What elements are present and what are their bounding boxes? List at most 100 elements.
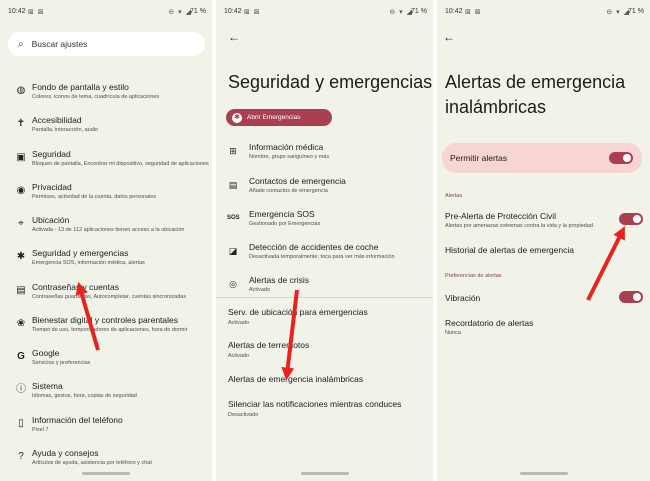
notification-icons: ⊠ ⊠ [244,9,261,16]
item-title: Historial de alertas de emergencia [445,245,574,255]
settings-item-phone-info[interactable]: ▯ Información del teléfono Pixel 7 [0,411,212,443]
item-title: Pre-Alerta de Protección Civil [445,211,557,221]
item-title: Vibración [445,293,481,303]
item-title: Emergencia SOS [249,209,315,219]
car-crash-icon: ◪ [228,246,238,256]
item-car-crash[interactable]: ◪ Detección de accidentes de coche Desac… [216,240,433,270]
item-emergency-contacts[interactable]: ▤ Contactos de emergencia Añade contacto… [216,174,433,204]
safety-emergency-screen: 10:42 ⊠ ⊠ ⊖ ▾ ◢ 71 % ← Seguridad y emerg… [216,0,433,481]
toggle-knob [633,215,641,223]
item-subtitle: Desactivada temporalmente; toca para ver… [249,254,395,260]
item-title: Google [32,348,60,358]
section-header-alerts: Alertas [445,193,463,199]
gesture-bar[interactable] [519,472,568,475]
settings-item-accessibility[interactable]: ✝ Accesibilidad Pantalla, interacción, a… [0,111,212,143]
help-icon: ? [18,451,24,462]
toggle-knob [623,154,631,162]
item-subtitle: Servicios y preferencias [32,360,91,366]
item-wireless-emergency-alerts[interactable]: Alertas de emergencia inalámbricas [216,374,433,402]
settings-item-passwords[interactable]: ▤ Contraseñas y cuentas Contraseñas guar… [0,278,212,310]
contacts-icon: ▤ [228,180,238,190]
item-subtitle: Artículos de ayuda, asistencia por teléf… [32,460,152,466]
item-title: Serv. de ubicación para emergencias [228,307,368,317]
item-crisis-alerts[interactable]: ◎ Alertas de crisis Activado [216,273,433,303]
google-icon: G [17,351,25,362]
item-subtitle: Alertas por amenazas extremas contra la … [445,223,593,229]
item-subtitle: Pantalla, interacción, audio [32,127,99,133]
item-subtitle: Contraseñas guardadas, Autocompletar, cu… [32,294,187,300]
wifi-signal-icon: ⊖ ▾ ◢ [606,9,630,16]
status-bar: 10:42 ⊠ ⊠ ⊖ ▾ ◢ 71 % [437,0,650,22]
item-title: Fondo de pantalla y estilo [32,82,129,92]
item-medical-info[interactable]: ⊞ Información médica Nombre, grupo sangu… [216,140,433,170]
pre-alert-toggle[interactable] [619,213,643,225]
allow-alerts-card[interactable]: Permitir alertas [442,143,642,173]
back-arrow-icon[interactable]: ← [443,30,455,44]
allow-alerts-toggle[interactable] [609,152,633,164]
info-icon: ⓘ [16,384,26,395]
item-alert-reminder[interactable]: Recordatorio de alertas Nunca [437,318,650,348]
item-silence-while-driving[interactable]: Silenciar las notificaciones mientras co… [216,399,433,427]
battery-indicator: 71 % [411,8,427,15]
allow-alerts-label: Permitir alertas [450,153,508,163]
vibration-toggle[interactable] [619,291,643,303]
settings-item-google[interactable]: G Google Servicios y preferencias [0,344,212,376]
item-title: Alertas de emergencia inalámbricas [228,374,364,384]
item-emergency-location[interactable]: Serv. de ubicación para emergencias Acti… [216,307,433,335]
item-subtitle: Desactivado [228,412,259,418]
item-title: Alertas de terremotos [228,340,310,350]
asterisk-icon: ✱ [16,251,26,262]
settings-item-location[interactable]: ⌖ Ubicación Activada - 13 de 112 aplicac… [0,211,212,243]
lock-icon: ▣ [16,152,26,163]
item-subtitle: Emergencia SOS, información médica, aler… [32,260,145,266]
item-subtitle: Activada - 13 de 112 aplicaciones tienen… [32,227,185,233]
wifi-signal-icon: ⊖ ▾ ◢ [389,9,413,16]
item-title: Contactos de emergencia [249,176,346,186]
account-box-icon: ▤ [16,285,26,296]
medical-kit-icon: ⊞ [229,146,237,156]
open-emergency-button[interactable]: ✱ Abrir Emergencias [226,109,332,126]
page-title: Seguridad y emergencias [228,72,433,92]
item-title: Información médica [249,142,324,152]
item-subtitle: Pixel 7 [32,427,49,433]
settings-item-wallpaper[interactable]: ◍ Fondo de pantalla y estilo Colores, ic… [0,78,212,110]
item-subtitle: Activado [228,353,250,359]
item-subtitle: Nunca [445,330,461,336]
notification-icons: ⊠ ⊠ [28,9,45,16]
status-time: 10:42 [224,8,242,15]
phone-icon: ▯ [18,418,24,429]
item-earthquake-alerts[interactable]: Alertas de terremotos Activado [216,340,433,368]
button-label: Abrir Emergencias [247,114,301,121]
item-subtitle: Tiempo de uso, temporizadores de aplicac… [32,327,188,333]
settings-item-security[interactable]: ▣ Seguridad Bloqueo de pantalla, Encontr… [0,145,212,177]
item-title: Seguridad y emergencias [32,248,129,258]
notification-icons: ⊠ ⊠ [465,9,482,16]
section-header-preferences: Preferencias de alertas [445,273,502,279]
page-title: Alertas de emergencia inalámbricas [445,72,626,117]
item-emergency-sos[interactable]: SOS Emergencia SOS Gestionado por Emerge… [216,207,433,237]
item-title: Detección de accidentes de coche [249,242,379,252]
wireless-alerts-screen: 10:42 ⊠ ⊠ ⊖ ▾ ◢ 71 % ← Alertas de emerge… [437,0,650,481]
item-pre-alert[interactable]: Pre-Alerta de Protección Civil Alertas p… [437,211,650,241]
item-title: Contraseñas y cuentas [32,282,119,292]
back-arrow-icon[interactable]: ← [228,30,240,44]
wifi-signal-icon: ⊖ ▾ ◢ [168,9,192,16]
item-title: Información del teléfono [32,415,123,425]
gesture-bar[interactable] [82,472,130,475]
item-alert-history[interactable]: Historial de alertas de emergencia [437,245,650,275]
search-placeholder: Buscar ajustes [31,39,88,49]
gesture-bar[interactable] [300,472,349,475]
settings-item-safety-emergency[interactable]: ✱ Seguridad y emergencias Emergencia SOS… [0,244,212,276]
item-subtitle: Activado [249,287,271,293]
accessibility-icon: ✝ [16,118,26,129]
battery-indicator: 71 % [190,8,206,15]
item-title: Ubicación [32,215,70,225]
settings-item-privacy[interactable]: ◉ Privacidad Permisos, actividad de la c… [0,178,212,210]
crisis-alert-icon: ◎ [229,279,237,289]
item-title: Sistema [32,381,63,391]
item-subtitle: Añade contactos de emergencia [249,188,328,194]
settings-item-system[interactable]: ⓘ Sistema Idiomas, gestos, hora, copias … [0,377,212,409]
search-bar[interactable]: ⌕ Buscar ajustes [8,32,205,56]
settings-item-wellbeing[interactable]: ❀ Bienestar digital y controles parental… [0,311,212,343]
item-title: Alertas de crisis [249,275,309,285]
